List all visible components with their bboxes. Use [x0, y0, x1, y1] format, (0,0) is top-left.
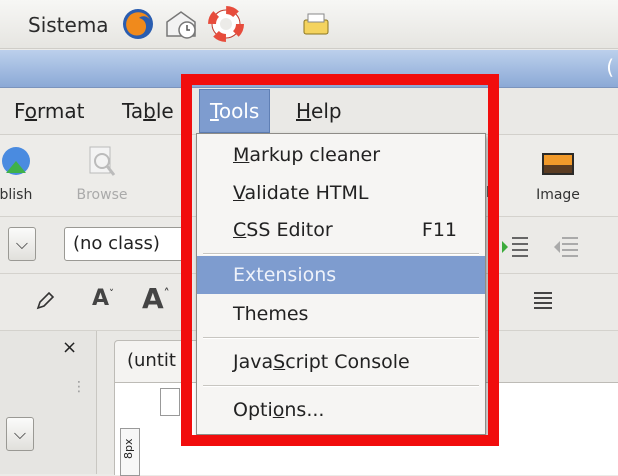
- pencil-icon[interactable]: [34, 290, 56, 312]
- browse-button[interactable]: Browse: [70, 139, 134, 213]
- globe-upload-icon: [2, 147, 30, 175]
- annotation-highlight-frame: [181, 74, 499, 446]
- menu-format[interactable]: Format: [4, 88, 95, 134]
- lifebuoy-icon[interactable]: [208, 6, 244, 42]
- decrease-font-icon[interactable]: A˅: [92, 286, 114, 311]
- top-panel: Sistema: [0, 0, 618, 49]
- paragraph-style-dropdown[interactable]: ⌵: [8, 227, 36, 261]
- system-menu[interactable]: Sistema: [28, 13, 109, 37]
- side-panel: × ⋮ ⌵: [0, 331, 97, 474]
- publish-label: ıblish: [0, 187, 33, 203]
- increase-font-icon[interactable]: A˄: [142, 282, 170, 315]
- chevron-down-icon: ⌵: [13, 424, 27, 443]
- outdent-icon[interactable]: [552, 235, 580, 259]
- chevron-down-icon: ⌵: [15, 234, 29, 253]
- browse-label: Browse: [76, 187, 128, 203]
- image-button[interactable]: Image: [526, 139, 590, 213]
- close-panel-icon[interactable]: ×: [62, 337, 77, 358]
- mail-clock-icon[interactable]: [163, 6, 199, 42]
- ruler-label: 8px: [122, 438, 135, 460]
- indent-icon[interactable]: [500, 235, 530, 259]
- side-panel-dropdown[interactable]: ⌵: [6, 417, 34, 451]
- class-select[interactable]: (no class): [64, 227, 184, 261]
- image-label: Image: [536, 187, 580, 203]
- magnifier-icon: [89, 146, 116, 176]
- document-tab-label: (untit: [127, 350, 176, 371]
- editor-marker: [160, 388, 180, 416]
- title-bar-button-glyph[interactable]: (: [606, 55, 614, 79]
- image-icon: [542, 153, 574, 175]
- publish-button[interactable]: ıblish: [0, 139, 46, 213]
- justify-icon[interactable]: [532, 290, 554, 312]
- printer-icon[interactable]: [298, 6, 334, 42]
- firefox-icon[interactable]: [120, 6, 156, 42]
- grip-icon[interactable]: ⋮: [72, 379, 86, 395]
- class-select-value: (no class): [73, 233, 160, 254]
- vertical-ruler: 8px: [120, 428, 140, 476]
- menu-table[interactable]: Table: [112, 88, 184, 134]
